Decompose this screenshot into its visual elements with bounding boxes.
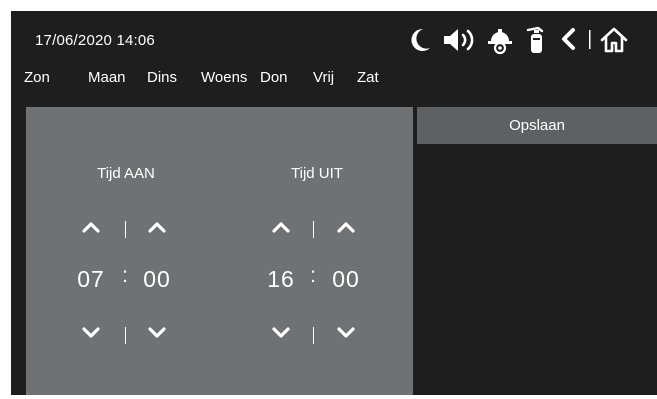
hour-minute-divider [125, 327, 126, 344]
time-separator: : [122, 264, 128, 287]
off-minute-up-button[interactable] [336, 221, 356, 233]
off-minute-down-button[interactable] [336, 327, 356, 339]
home-icon[interactable] [599, 25, 629, 55]
on-hour-down-button[interactable] [81, 327, 101, 339]
off-hour-up-button[interactable] [271, 221, 291, 233]
on-minute-down-button[interactable] [147, 327, 167, 339]
on-hour-up-button[interactable] [81, 221, 101, 233]
day-friday[interactable]: Vrij [313, 69, 334, 86]
off-minute-value: 00 [332, 266, 360, 292]
speaker-icon[interactable] [441, 25, 479, 55]
off-hour-value: 16 [267, 266, 295, 292]
time-setting-panel: Tijd AAN 07 : 00 Tijd UIT 16 : 00 [26, 107, 413, 395]
time-on-label: Tijd AAN [97, 165, 155, 182]
hour-minute-divider [313, 327, 314, 344]
back-icon[interactable] [557, 25, 581, 55]
on-minute-up-button[interactable] [147, 221, 167, 233]
day-thursday[interactable]: Don [260, 69, 288, 86]
fire-extinguisher-icon[interactable] [524, 25, 548, 55]
hour-minute-divider [125, 221, 126, 238]
day-tuesday[interactable]: Dins [147, 69, 177, 86]
divider [587, 25, 593, 55]
save-button[interactable]: Opslaan [417, 107, 657, 144]
weekday-selector: Zon Maan Dins Woens Don Vrij Zat [11, 69, 411, 89]
off-hour-down-button[interactable] [271, 327, 291, 339]
time-separator: : [310, 264, 316, 287]
date-time-display: 17/06/2020 14:06 [35, 32, 155, 49]
moon-icon[interactable] [407, 25, 433, 55]
day-sunday[interactable]: Zon [24, 69, 50, 86]
firefighter-helmet-icon[interactable] [486, 25, 514, 55]
on-hour-value: 07 [77, 266, 105, 292]
day-saturday[interactable]: Zat [357, 69, 379, 86]
day-monday[interactable]: Maan [88, 69, 126, 86]
time-off-label: Tijd UIT [291, 165, 343, 182]
on-minute-value: 00 [143, 266, 171, 292]
device-screen: 17/06/2020 14:06 Zon Maan Dins Woens Don… [11, 11, 657, 395]
day-wednesday[interactable]: Woens [201, 69, 247, 86]
hour-minute-divider [313, 221, 314, 238]
status-icons [407, 25, 652, 55]
